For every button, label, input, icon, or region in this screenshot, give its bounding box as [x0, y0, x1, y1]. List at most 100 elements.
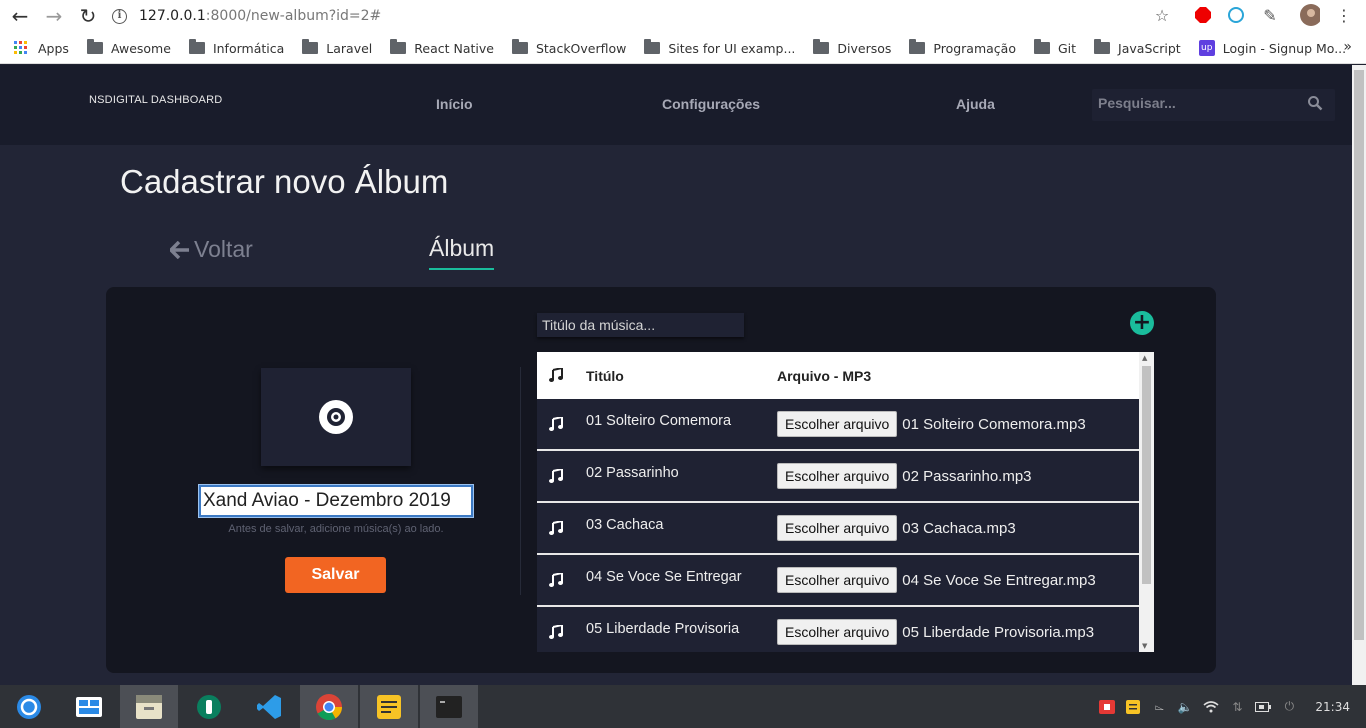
bookmark-label: Login - Signup Mo...: [1222, 40, 1347, 56]
sticky-notes-icon[interactable]: [360, 685, 418, 728]
deepin-store-icon[interactable]: [180, 685, 238, 728]
chrome-icon[interactable]: [300, 685, 358, 728]
bookmark-label: StackOverflow: [535, 40, 627, 56]
table-row: 03 Cachaca Escolher arquivo 03 Cachaca.mp…: [537, 503, 1139, 555]
scroll-up-icon[interactable]: ▲: [1142, 354, 1147, 362]
multitasking-view-icon[interactable]: [60, 685, 118, 728]
taskbar: ⌳ 🔈 ⇅ ⏻ 21:34: [0, 685, 1366, 728]
wifi-icon[interactable]: [1203, 699, 1219, 715]
search-box: [1092, 89, 1335, 121]
bookmark-folder[interactable]: StackOverflow: [511, 39, 627, 56]
back-link[interactable]: Voltar: [170, 236, 253, 263]
save-button[interactable]: Salvar: [285, 557, 386, 593]
bookmark-folder[interactable]: Git: [1033, 39, 1076, 56]
bookmark-folder[interactable]: Laravel: [302, 39, 373, 56]
music-note-icon: [549, 469, 563, 483]
screen-record-icon[interactable]: [1099, 699, 1116, 715]
star-icon[interactable]: ☆: [1152, 5, 1172, 25]
browser-toolbar: ← → ↻ i 127.0.0.1:8000/new-album?id=2# ☆…: [0, 0, 1366, 33]
song-title: 02 Passarinho: [586, 465, 679, 481]
search-input[interactable]: [1098, 95, 1298, 111]
folder-icon: [188, 39, 205, 54]
bookmark-folder[interactable]: Sites for UI examp...: [644, 39, 795, 56]
disc-icon: [319, 400, 353, 434]
extension-b-icon[interactable]: [1226, 5, 1246, 25]
scrollbar-thumb[interactable]: [1142, 366, 1151, 584]
song-title: 04 Se Voce Se Entregar: [586, 569, 742, 585]
table-row: 01 Solteiro Comemora Escolher arquivo 01 …: [537, 399, 1139, 451]
nav-item-ajuda[interactable]: Ajuda: [956, 96, 995, 112]
song-title-input[interactable]: [537, 313, 744, 337]
search-icon[interactable]: [1307, 95, 1323, 111]
menu-dots-icon[interactable]: ⋮: [1334, 5, 1354, 25]
file-picker: Escolher arquivo 04 Se Voce Se Entregar.m…: [777, 567, 1096, 593]
volume-icon[interactable]: 🔈: [1177, 699, 1193, 715]
bookmark-folder[interactable]: Awesome: [86, 39, 171, 56]
file-picker: Escolher arquivo 01 Solteiro Comemora.mp3: [777, 411, 1086, 437]
page: NSDIGITAL DASHBOARD Início Configurações…: [0, 65, 1352, 685]
album-cover-upload[interactable]: [261, 368, 411, 466]
tab-album[interactable]: Álbum: [429, 235, 495, 270]
address-bar[interactable]: i 127.0.0.1:8000/new-album?id=2#: [112, 2, 381, 30]
network-icon[interactable]: ⇅: [1229, 699, 1245, 715]
upwork-icon: up: [1198, 40, 1215, 56]
choose-file-button[interactable]: Escolher arquivo: [777, 515, 898, 541]
bookmark-apps[interactable]: Apps: [14, 41, 69, 56]
song-title: 05 Liberdade Provisoria: [586, 621, 740, 637]
folder-icon: [813, 39, 830, 54]
info-icon[interactable]: i: [112, 8, 127, 24]
vscode-icon[interactable]: [240, 685, 298, 728]
launcher-icon[interactable]: [0, 685, 58, 728]
bookmark-folder[interactable]: Diversos: [813, 39, 891, 56]
brand-logo[interactable]: NSDIGITAL DASHBOARD: [89, 94, 222, 106]
terminal-icon[interactable]: [420, 685, 478, 728]
table-scrollbar[interactable]: ▲ ▼: [1139, 352, 1154, 652]
bookmark-login[interactable]: up Login - Signup Mo...: [1198, 40, 1347, 56]
bookmark-folder[interactable]: React Native: [390, 39, 494, 56]
choose-file-button[interactable]: Escolher arquivo: [777, 411, 898, 437]
nav-item-configuracoes[interactable]: Configurações: [662, 96, 760, 112]
bookmark-label: Programação: [933, 40, 1016, 56]
album-form-card: Antes de salvar, adicione música(s) ao l…: [106, 287, 1216, 673]
bookmark-folder[interactable]: Informática: [188, 39, 284, 56]
table-row: 05 Liberdade Provisoria Escolher arquivo…: [537, 607, 1139, 652]
usb-icon[interactable]: ⌳: [1151, 699, 1167, 715]
url-path: :8000/new-album?id=2#: [205, 8, 382, 24]
bookmark-folder[interactable]: JavaScript: [1094, 39, 1181, 56]
bookmark-folder[interactable]: Programação: [909, 39, 1016, 56]
system-tray: ⌳ 🔈 ⇅ ⏻ 21:34: [1099, 685, 1350, 728]
battery-icon[interactable]: [1255, 699, 1272, 715]
folder-icon: [1033, 39, 1050, 54]
bookmark-label: JavaScript: [1118, 40, 1181, 56]
folder-icon: [390, 39, 407, 54]
power-icon[interactable]: ⏻: [1281, 699, 1297, 715]
back-arrow-icon[interactable]: ←: [8, 4, 32, 28]
choose-file-button[interactable]: Escolher arquivo: [777, 463, 898, 489]
page-scrollbar[interactable]: [1352, 65, 1366, 685]
file-manager-icon[interactable]: [120, 685, 178, 728]
adblock-extension-icon[interactable]: [1193, 5, 1213, 25]
bookmarks-overflow-icon[interactable]: »: [1343, 39, 1352, 55]
file-name: 02 Passarinho.mp3: [902, 467, 1032, 485]
bookmark-label: Apps: [38, 40, 69, 56]
file-name: 01 Solteiro Comemora.mp3: [902, 415, 1086, 433]
forward-arrow-icon[interactable]: →: [42, 4, 66, 28]
clock[interactable]: 21:34: [1315, 700, 1350, 714]
scroll-down-icon[interactable]: ▼: [1142, 642, 1147, 650]
eyedropper-extension-icon[interactable]: ✎: [1260, 5, 1280, 25]
scrollbar-thumb[interactable]: [1354, 70, 1364, 640]
album-name-input[interactable]: [198, 484, 474, 518]
music-note-icon: [549, 521, 563, 535]
choose-file-button[interactable]: Escolher arquivo: [777, 619, 898, 645]
reload-icon[interactable]: ↻: [76, 4, 100, 28]
bookmark-label: Laravel: [326, 40, 373, 56]
add-song-button[interactable]: +: [1130, 311, 1154, 335]
arrow-left-icon: [170, 240, 189, 259]
choose-file-button[interactable]: Escolher arquivo: [777, 567, 898, 593]
music-note-icon: [549, 625, 563, 639]
table-row: 04 Se Voce Se Entregar Escolher arquivo 0…: [537, 555, 1139, 607]
profile-avatar[interactable]: [1300, 4, 1320, 26]
nav-item-inicio[interactable]: Início: [436, 96, 473, 112]
bookmark-label: React Native: [414, 40, 494, 56]
notes-tray-icon[interactable]: [1125, 699, 1141, 715]
